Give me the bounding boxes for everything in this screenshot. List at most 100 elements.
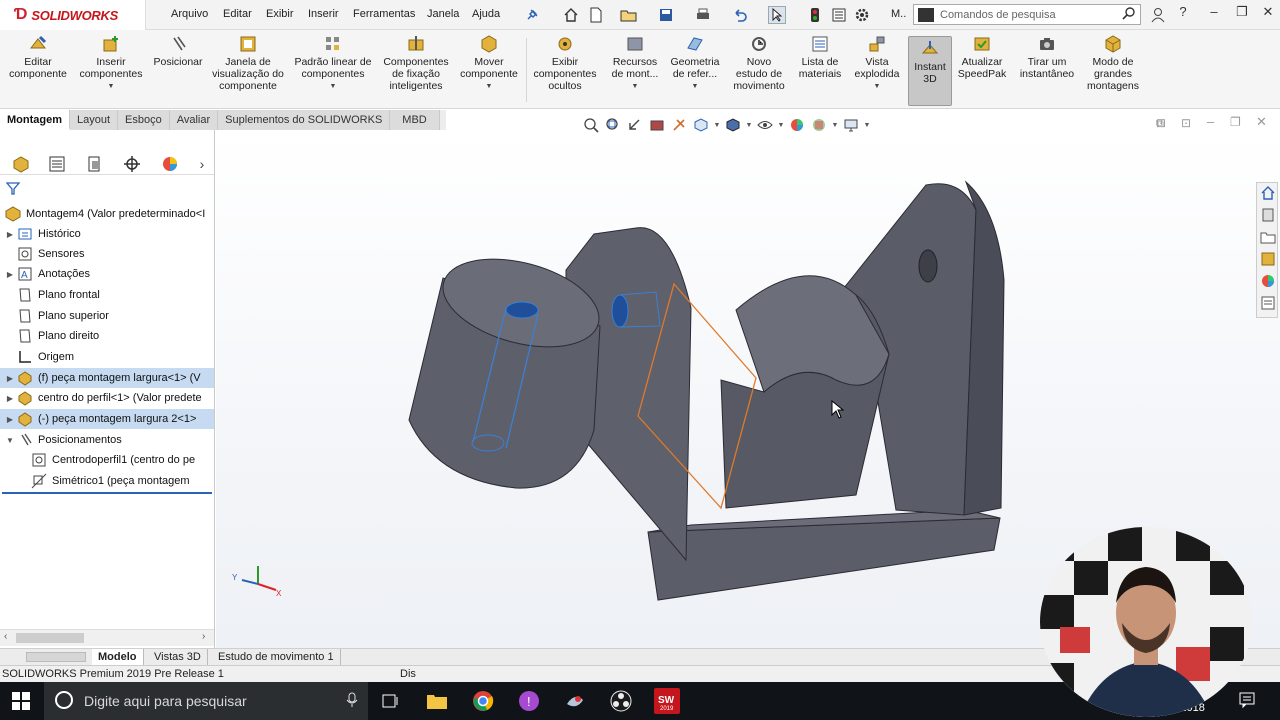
- chevron-down-icon[interactable]: ▼: [692, 81, 699, 93]
- search-icon[interactable]: [1122, 6, 1136, 23]
- chevron-down-icon[interactable]: ▼: [776, 115, 786, 135]
- viewport-close-icon[interactable]: ✕: [1256, 114, 1267, 130]
- save-icon[interactable]: [657, 6, 675, 24]
- reference-geometry-button[interactable]: Geometria de refer... ▼: [666, 34, 724, 93]
- menu-arquivo[interactable]: Arquivo: [171, 8, 208, 20]
- rollback-bar[interactable]: [2, 492, 212, 494]
- edit-component-button[interactable]: Editar componente: [6, 34, 70, 80]
- take-snapshot-button[interactable]: Tirar um instantâneo: [1014, 34, 1080, 80]
- selected-hole-top[interactable]: [505, 301, 539, 319]
- menu-inserir[interactable]: Inserir: [308, 8, 339, 20]
- menu-ajuda[interactable]: Ajuda: [472, 8, 500, 20]
- instant-3d-button[interactable]: Instant 3D: [908, 36, 952, 106]
- tab-layout[interactable]: Layout: [70, 110, 119, 130]
- expand-arrow-icon[interactable]: ▶: [4, 230, 16, 239]
- viewport-split-right-icon[interactable]: ⊡: [1181, 116, 1191, 130]
- menu-ferramentas[interactable]: Ferramentas: [353, 8, 415, 20]
- tree-item-plano-frontal[interactable]: Plano frontal: [0, 285, 214, 305]
- chevron-down-icon[interactable]: ▼: [330, 81, 337, 93]
- restore-button[interactable]: ❐: [1231, 4, 1253, 24]
- dimxpert-tab-icon[interactable]: [119, 153, 145, 175]
- menu-editar[interactable]: Editar: [223, 8, 252, 20]
- large-assembly-mode-button[interactable]: Modo de grandes montagens: [1084, 34, 1142, 92]
- file-explorer-icon[interactable]: [1260, 229, 1276, 248]
- exploded-view-button[interactable]: Vista explodida ▼: [852, 34, 902, 93]
- right-bracket-hole[interactable]: [918, 249, 938, 283]
- tab-mbd[interactable]: MBD: [390, 110, 440, 130]
- options-gear-icon[interactable]: [853, 6, 871, 24]
- task-pane-home-icon[interactable]: [1260, 185, 1276, 204]
- viewport-split-left-icon[interactable]: ⊡: [1156, 116, 1166, 130]
- panel-more-chevron-icon[interactable]: ›: [189, 153, 215, 175]
- file-properties-icon[interactable]: [830, 6, 848, 24]
- chevron-down-icon[interactable]: ▼: [874, 81, 881, 93]
- expand-arrow-icon[interactable]: ▶: [4, 374, 16, 383]
- traffic-light-icon[interactable]: [806, 6, 824, 24]
- collapse-arrow-icon[interactable]: ▼: [4, 436, 16, 445]
- chevron-down-icon[interactable]: ▼: [486, 81, 493, 93]
- menu-exibir[interactable]: Exibir: [266, 8, 294, 20]
- scroll-left-icon[interactable]: ‹: [4, 631, 7, 642]
- chevron-down-icon[interactable]: ▼: [862, 115, 872, 135]
- previous-view-icon[interactable]: [624, 115, 646, 135]
- show-hidden-components-button[interactable]: Exibir componentes ocultos: [530, 34, 600, 92]
- tree-item-plano-superior[interactable]: Plano superior: [0, 306, 214, 326]
- viewport-restore-icon[interactable]: ❐: [1230, 115, 1241, 129]
- command-search-input[interactable]: Comandos de pesquisa: [913, 4, 1141, 25]
- chevron-down-icon[interactable]: ▼: [744, 115, 754, 135]
- property-manager-tab-icon[interactable]: [44, 153, 70, 175]
- mate-button[interactable]: Posicionar: [150, 34, 206, 68]
- open-folder-icon[interactable]: [620, 6, 638, 24]
- pin-icon[interactable]: [523, 6, 541, 24]
- apply-scene-icon[interactable]: [808, 115, 830, 135]
- tab-vistas-3d[interactable]: Vistas 3D: [148, 649, 208, 665]
- task-view-icon[interactable]: [378, 688, 404, 714]
- new-motion-study-button[interactable]: Novo estudo de movimento: [730, 34, 788, 92]
- display-manager-tab-icon[interactable]: [157, 153, 183, 175]
- tab-suplementos[interactable]: Suplementos do SOLIDWORKS: [218, 110, 391, 130]
- app-swirl-icon[interactable]: [562, 688, 588, 714]
- quick-access-more[interactable]: M..: [891, 8, 906, 20]
- view-orientation-icon[interactable]: [690, 115, 712, 135]
- display-style-icon[interactable]: [722, 115, 744, 135]
- tree-item-origem[interactable]: Origem: [0, 347, 214, 367]
- configuration-manager-tab-icon[interactable]: [82, 153, 108, 175]
- tree-item-centrodoperfil1[interactable]: Centrodoperfil1 (centro do pe: [0, 450, 214, 470]
- selected-bore-face[interactable]: [611, 294, 629, 328]
- windows-start-icon[interactable]: [12, 692, 30, 713]
- tab-avaliar[interactable]: Avaliar: [169, 110, 219, 130]
- tree-item-historico[interactable]: ▶ Histórico: [0, 224, 214, 244]
- scroll-thumb[interactable]: [16, 633, 84, 643]
- chevron-down-icon[interactable]: ▼: [632, 81, 639, 93]
- help-button[interactable]: ?: [1172, 4, 1194, 24]
- new-document-icon[interactable]: [587, 6, 605, 24]
- edit-appearance-icon[interactable]: [786, 115, 808, 135]
- filter-icon[interactable]: [5, 182, 24, 199]
- feature-manager-tab-icon[interactable]: [8, 153, 34, 175]
- chrome-icon[interactable]: [470, 688, 496, 714]
- view-settings-monitor-icon[interactable]: [840, 115, 862, 135]
- linear-component-pattern-button[interactable]: Padrão linear de componentes ▼: [292, 34, 374, 93]
- tree-item-peca-montagem-largura[interactable]: ▶ (f) peça montagem largura<1> (V: [0, 368, 214, 388]
- scroll-right-icon[interactable]: ›: [202, 631, 205, 642]
- file-explorer-taskbar-icon[interactable]: [424, 688, 450, 714]
- tree-item-simetrico1[interactable]: Simétrico1 (peça montagem: [0, 471, 214, 491]
- action-center-icon[interactable]: [1238, 691, 1256, 712]
- dynamic-annotation-icon[interactable]: [668, 115, 690, 135]
- tab-esboco[interactable]: Esboço: [118, 110, 170, 130]
- appearances-icon[interactable]: [1260, 273, 1276, 292]
- tab-scroll-controls[interactable]: [26, 652, 86, 662]
- assembly-features-button[interactable]: Recursos de mont... ▼: [608, 34, 662, 93]
- insert-components-button[interactable]: Inserir componentes ▼: [76, 34, 146, 93]
- close-button[interactable]: ✕: [1257, 4, 1279, 24]
- undo-icon[interactable]: [731, 6, 749, 24]
- hide-show-items-icon[interactable]: [754, 115, 776, 135]
- tree-item-anotacoes[interactable]: ▶ A Anotações: [0, 264, 214, 284]
- component-preview-window-button[interactable]: Janela de visualização do componente: [210, 34, 286, 92]
- print-icon[interactable]: [694, 6, 712, 24]
- tree-item-peca-montagem-largura-2[interactable]: ▶ (-) peça montagem largura 2<1>: [0, 409, 214, 429]
- alert-app-icon[interactable]: !: [516, 688, 542, 714]
- section-view-icon[interactable]: [646, 115, 668, 135]
- zoom-to-area-icon[interactable]: [602, 115, 624, 135]
- solidworks-logo[interactable]: Ɗ SOLIDWORKS: [0, 0, 146, 30]
